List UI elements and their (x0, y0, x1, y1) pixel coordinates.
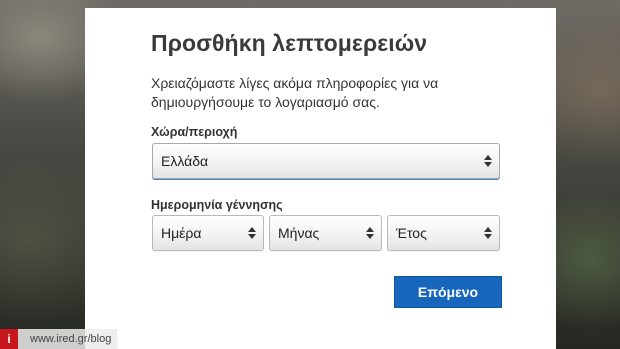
birth-day-select[interactable]: Ημέρα (152, 215, 264, 251)
description-text: Χρειαζόμαστε λίγες ακόμα πληροφορίες για… (151, 75, 439, 110)
select-arrows-icon (248, 227, 256, 239)
select-arrows-icon (484, 227, 492, 239)
country-label: Χώρα/περιοχή (151, 125, 238, 139)
country-select[interactable]: Ελλάδα (152, 143, 500, 179)
page-title: Προσθήκη λεπτομερειών (151, 30, 428, 56)
birth-month-value: Μήνας (278, 225, 320, 241)
birth-year-value: Έτος (396, 225, 427, 241)
next-button[interactable]: Επόμενο (394, 276, 502, 308)
select-arrows-icon (366, 227, 374, 239)
site-watermark: i www.ired.gr/blog (0, 329, 118, 349)
birth-month-select[interactable]: Μήνας (269, 215, 382, 251)
country-select-value: Ελλάδα (161, 153, 209, 169)
birthdate-label: Ημερομηνία γέννησης (151, 198, 283, 212)
birth-day-value: Ημέρα (161, 225, 202, 241)
add-details-dialog: Προσθήκη λεπτομερειών Χρειαζόμαστε λίγες… (85, 8, 556, 349)
birth-year-select[interactable]: Έτος (387, 215, 500, 251)
select-arrows-icon (484, 155, 492, 167)
ired-logo-icon: i (0, 329, 18, 349)
watermark-url: www.ired.gr/blog (18, 329, 118, 349)
